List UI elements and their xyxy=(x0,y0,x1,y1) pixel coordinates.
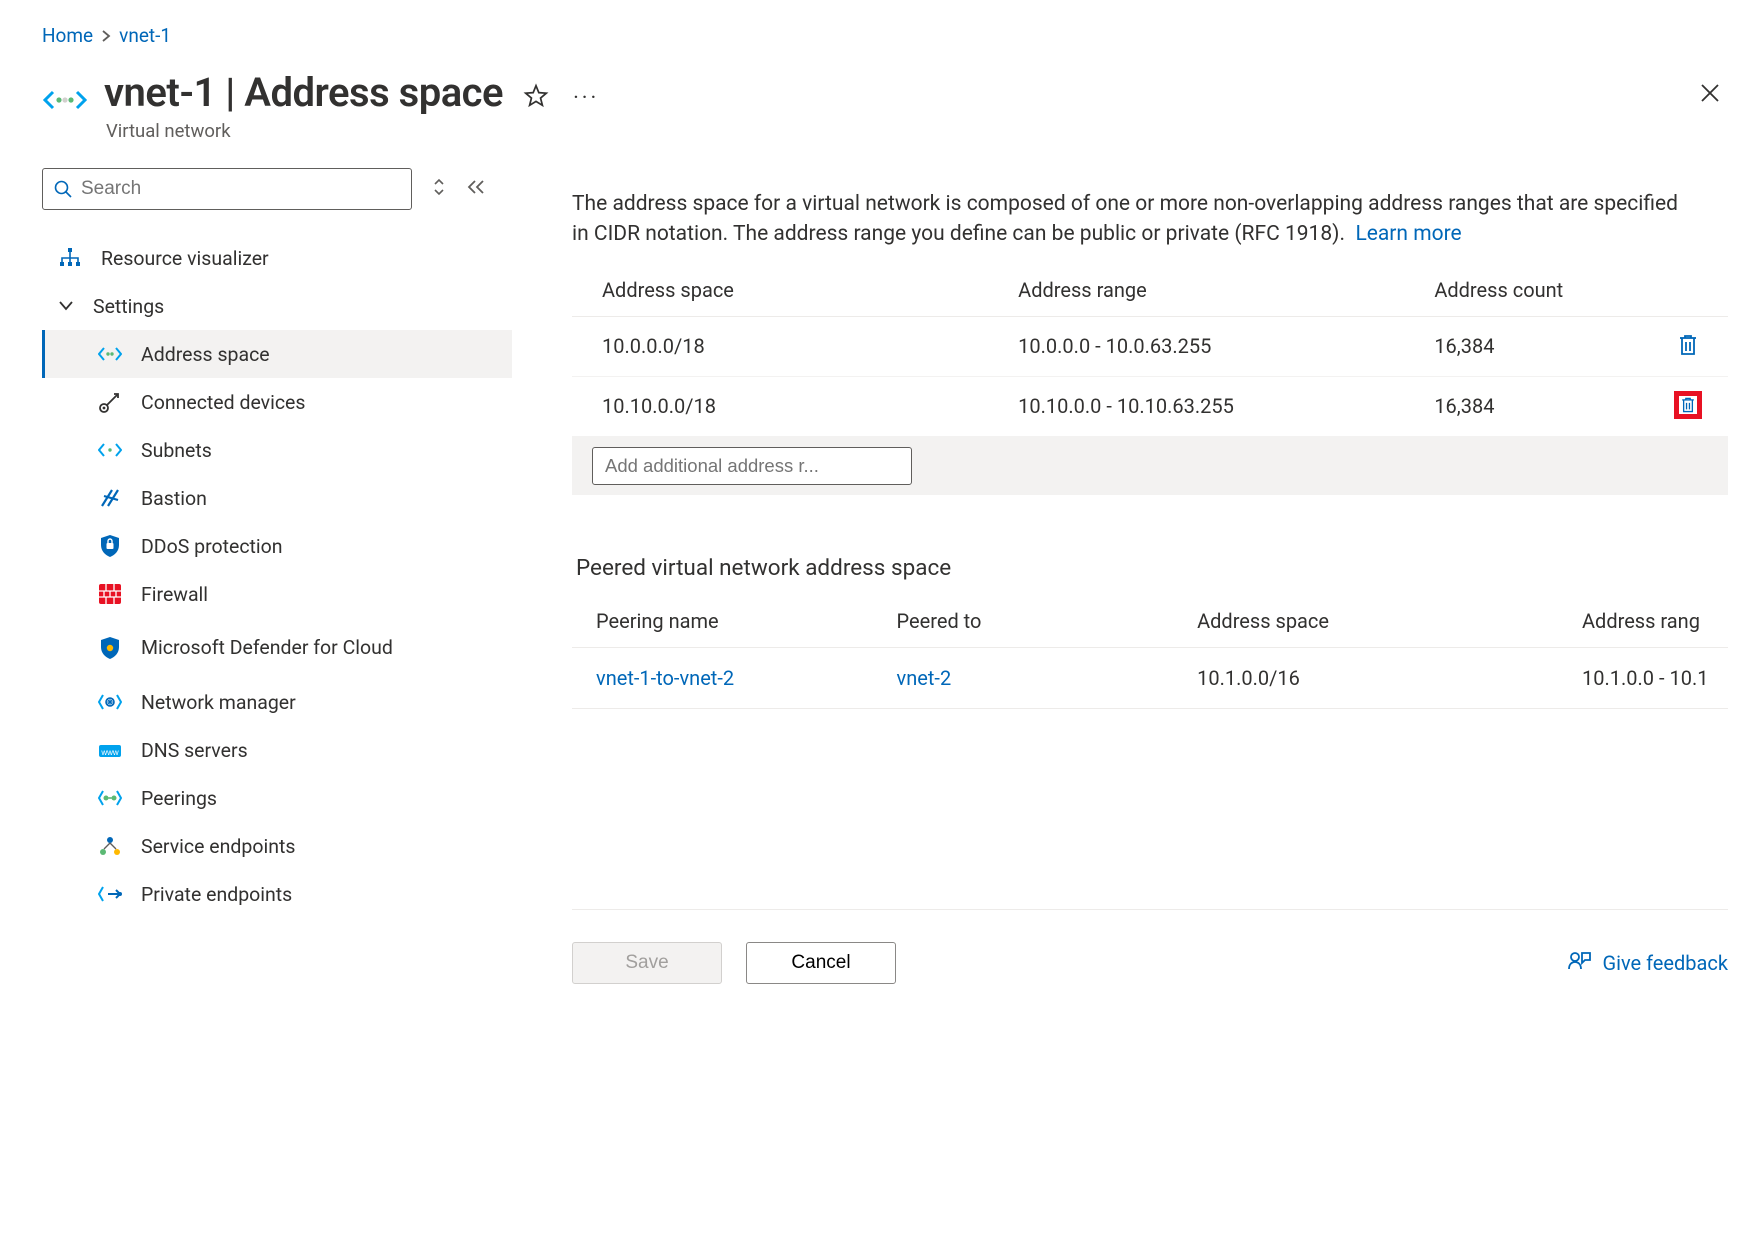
delete-row-button-highlighted[interactable] xyxy=(1674,391,1702,419)
sidebar-item-label: Bastion xyxy=(141,487,207,510)
sidebar-item-label: DNS servers xyxy=(141,739,248,762)
save-button[interactable]: Save xyxy=(572,942,722,984)
sidebar-item-network-manager[interactable]: Network manager xyxy=(42,678,512,726)
sidebar-item-label: Resource visualizer xyxy=(101,247,269,270)
give-feedback-link[interactable]: Give feedback xyxy=(1568,949,1728,976)
firewall-icon xyxy=(97,581,123,607)
col-peer-address-range: Address rang xyxy=(1558,595,1728,648)
sidebar-item-address-space[interactable]: Address space xyxy=(42,330,512,378)
peerings-icon xyxy=(97,785,123,811)
sidebar-search[interactable] xyxy=(42,168,412,210)
private-endpoints-icon xyxy=(97,881,123,907)
sidebar-item-firewall[interactable]: Firewall xyxy=(42,570,512,618)
close-button[interactable] xyxy=(1692,75,1728,111)
vnet-icon xyxy=(42,77,88,123)
address-space-table: Address space Address range Address coun… xyxy=(572,264,1728,495)
sidebar-item-label: Firewall xyxy=(141,583,208,606)
col-peered-to: Peered to xyxy=(873,595,1174,648)
connected-devices-icon xyxy=(97,389,123,415)
sidebar-item-bastion[interactable]: Bastion xyxy=(42,474,512,522)
table-row: 10.0.0.0/18 10.0.0.0 - 10.0.63.255 16,38… xyxy=(572,316,1728,376)
cancel-button[interactable]: Cancel xyxy=(746,942,896,984)
col-peer-address-space: Address space xyxy=(1173,595,1558,648)
feedback-icon xyxy=(1568,949,1592,976)
cell-address-range: 10.0.0.0 - 10.0.63.255 xyxy=(988,316,1404,376)
network-manager-icon xyxy=(97,689,123,715)
col-peering-name: Peering name xyxy=(572,595,873,648)
shield-icon xyxy=(97,533,123,559)
chevron-right-icon xyxy=(101,24,111,47)
sidebar-item-label: DDoS protection xyxy=(141,535,283,558)
breadcrumb-current[interactable]: vnet-1 xyxy=(119,24,171,47)
sidebar-item-ddos-protection[interactable]: DDoS protection xyxy=(42,522,512,570)
more-menu-icon[interactable]: ··· xyxy=(573,86,599,111)
col-address-count: Address count xyxy=(1404,264,1648,317)
sidebar-item-defender-for-cloud[interactable]: Microsoft Defender for Cloud xyxy=(42,618,512,678)
sidebar-item-peerings[interactable]: Peerings xyxy=(42,774,512,822)
sidebar-item-label: Microsoft Defender for Cloud xyxy=(141,636,393,659)
table-row: vnet-1-to-vnet-2 vnet-2 10.1.0.0/16 10.1… xyxy=(572,647,1728,708)
add-address-input[interactable] xyxy=(592,447,912,485)
page-title: vnet-1 | Address space xyxy=(104,69,503,116)
sidebar-item-label: Connected devices xyxy=(141,391,305,414)
address-space-icon xyxy=(97,341,123,367)
defender-cloud-icon xyxy=(97,635,123,661)
peered-to-link[interactable]: vnet-2 xyxy=(897,666,952,690)
collapse-sidebar-icon[interactable] xyxy=(466,178,486,200)
sidebar-item-label: Subnets xyxy=(141,439,212,462)
col-address-range: Address range xyxy=(988,264,1404,317)
sidebar-item-connected-devices[interactable]: Connected devices xyxy=(42,378,512,426)
sort-chevrons-icon[interactable] xyxy=(432,177,446,202)
bastion-icon xyxy=(97,485,123,511)
cell-peer-address-space: 10.1.0.0/16 xyxy=(1173,647,1558,708)
col-address-space: Address space xyxy=(572,264,988,317)
resource-visualizer-icon xyxy=(57,245,83,271)
sidebar-item-label: Service endpoints xyxy=(141,835,295,858)
learn-more-link[interactable]: Learn more xyxy=(1355,222,1461,246)
cell-address-space: 10.0.0.0/18 xyxy=(572,316,988,376)
sidebar-item-subnets[interactable]: Subnets xyxy=(42,426,512,474)
cell-peer-address-range: 10.1.0.0 - 10.1 xyxy=(1558,647,1728,708)
svg-text:www: www xyxy=(100,748,119,757)
table-row: 10.10.0.0/18 10.10.0.0 - 10.10.63.255 16… xyxy=(572,376,1728,436)
breadcrumb: Home vnet-1 xyxy=(42,24,1728,47)
cell-address-count: 16,384 xyxy=(1404,316,1648,376)
peering-name-link[interactable]: vnet-1-to-vnet-2 xyxy=(596,666,734,690)
favorite-star-icon[interactable] xyxy=(523,83,549,114)
sidebar-item-service-endpoints[interactable]: Service endpoints xyxy=(42,822,512,870)
sidebar-item-label: Private endpoints xyxy=(141,883,292,906)
chevron-down-icon xyxy=(57,297,75,315)
page-subtitle: Virtual network xyxy=(106,120,503,142)
sidebar-item-label: Peerings xyxy=(141,787,217,810)
cell-address-range: 10.10.0.0 - 10.10.63.255 xyxy=(988,376,1404,436)
sidebar-item-settings[interactable]: Settings xyxy=(42,282,512,330)
subnets-icon xyxy=(97,437,123,463)
search-input[interactable] xyxy=(73,178,411,200)
add-address-row xyxy=(572,436,1728,495)
cell-address-count: 16,384 xyxy=(1404,376,1648,436)
sidebar-item-label: Network manager xyxy=(141,691,296,714)
service-endpoints-icon xyxy=(97,833,123,859)
dns-servers-icon: www xyxy=(97,737,123,763)
peered-table: Peering name Peered to Address space Add… xyxy=(572,595,1728,709)
sidebar-item-label: Address space xyxy=(141,343,270,366)
peered-section-title: Peered virtual network address space xyxy=(576,555,1728,581)
sidebar-item-label: Settings xyxy=(93,295,164,318)
breadcrumb-home[interactable]: Home xyxy=(42,24,93,47)
delete-row-button[interactable] xyxy=(1674,331,1702,359)
sidebar-item-resource-visualizer[interactable]: Resource visualizer xyxy=(42,234,512,282)
search-icon xyxy=(53,179,73,199)
sidebar-item-dns-servers[interactable]: www DNS servers xyxy=(42,726,512,774)
intro-text: The address space for a virtual network … xyxy=(572,189,1692,250)
cell-address-space: 10.10.0.0/18 xyxy=(572,376,988,436)
sidebar-item-private-endpoints[interactable]: Private endpoints xyxy=(42,870,512,918)
